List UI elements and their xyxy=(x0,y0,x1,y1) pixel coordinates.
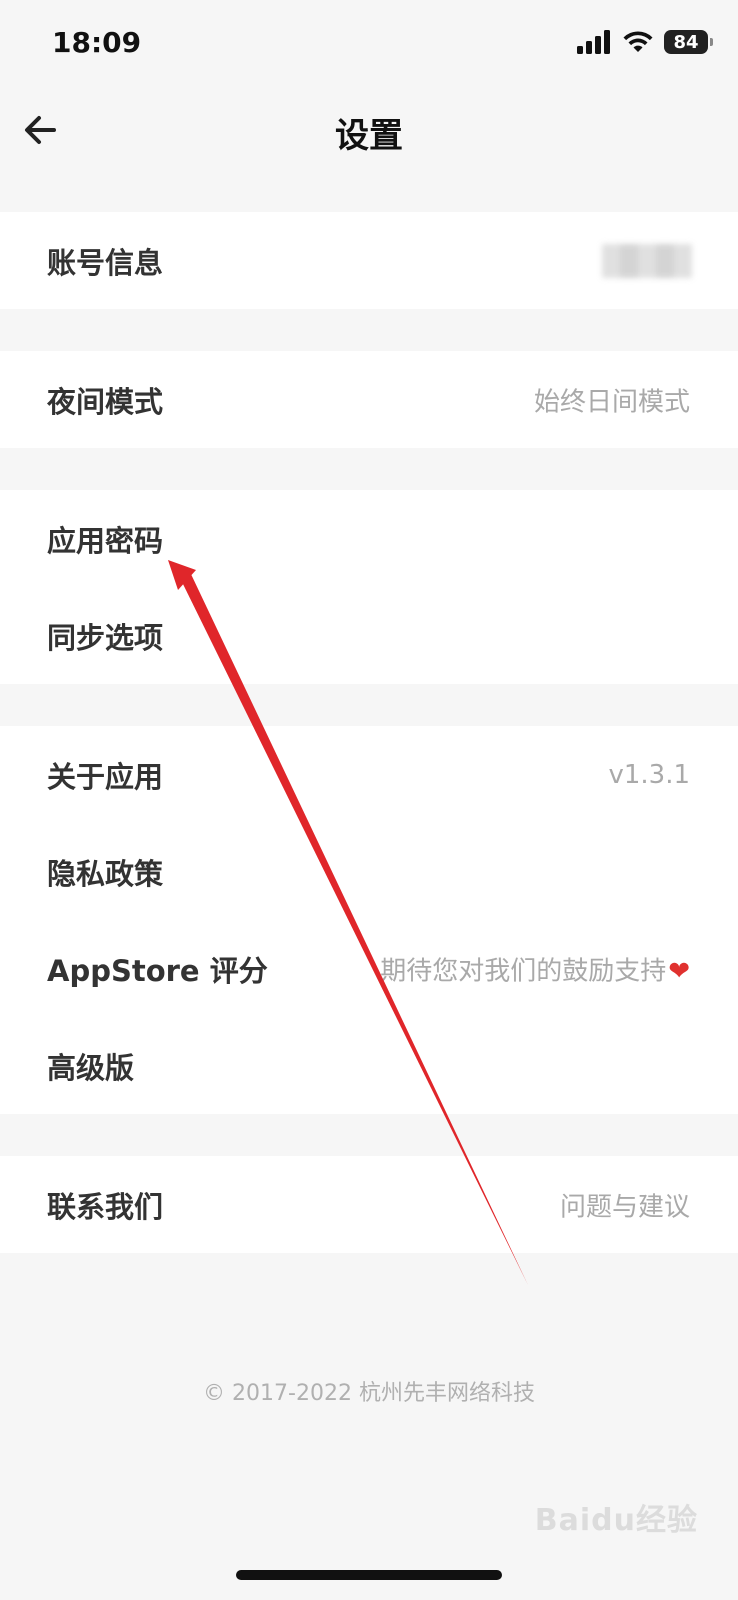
settings-group-account: 账号信息 xyxy=(0,212,738,309)
app-version-value: v1.3.1 xyxy=(608,759,690,790)
page-title: 设置 xyxy=(335,116,403,156)
wifi-icon xyxy=(623,31,653,52)
app-password-label: 应用密码 xyxy=(47,523,164,558)
night-mode-value: 始终日间模式 xyxy=(533,387,690,417)
system-icons: 84 xyxy=(576,30,713,54)
heart-icon: ❤ xyxy=(668,956,690,986)
night-mode-row[interactable]: 夜间模式 始终日间模式 xyxy=(0,351,738,448)
settings-group-contact: 联系我们 问题与建议 xyxy=(0,1156,738,1253)
appstore-rating-value: 期待您对我们的鼓励支持❤ xyxy=(380,950,690,987)
signal-icon xyxy=(577,30,610,54)
night-mode-label: 夜间模式 xyxy=(47,384,164,419)
settings-group-about: 关于应用 v1.3.1 隐私政策 AppStore 评分 期待您对我们的鼓励支持… xyxy=(0,726,738,1114)
settings-group-security: 应用密码 同步选项 xyxy=(0,490,738,684)
status-time: 18:09 xyxy=(52,26,142,59)
status-bar: 18:09 84 xyxy=(0,0,738,90)
account-info-label: 账号信息 xyxy=(47,245,164,280)
battery-icon: 84 xyxy=(664,30,713,54)
about-app-label: 关于应用 xyxy=(47,759,164,794)
baidu-watermark: Baidu经验 xyxy=(534,1503,698,1538)
nav-bar: 设置 xyxy=(0,90,738,174)
appstore-rating-label: AppStore 评分 xyxy=(47,953,268,988)
battery-level: 84 xyxy=(673,31,699,53)
premium-label: 高级版 xyxy=(47,1050,135,1085)
contact-us-row[interactable]: 联系我们 问题与建议 xyxy=(0,1156,738,1253)
appstore-rating-row[interactable]: AppStore 评分 期待您对我们的鼓励支持❤ xyxy=(0,920,738,1017)
contact-us-label: 联系我们 xyxy=(47,1189,164,1224)
app-password-row[interactable]: 应用密码 xyxy=(0,490,738,587)
sync-options-label: 同步选项 xyxy=(47,620,164,655)
contact-us-value: 问题与建议 xyxy=(559,1192,690,1222)
premium-row[interactable]: 高级版 xyxy=(0,1017,738,1114)
copyright-text: © 2017-2022 杭州先丰网络科技 xyxy=(203,1381,535,1406)
appstore-rating-text: 期待您对我们的鼓励支持 xyxy=(380,956,667,986)
settings-group-appearance: 夜间模式 始终日间模式 xyxy=(0,351,738,448)
about-app-row[interactable]: 关于应用 v1.3.1 xyxy=(0,726,738,823)
home-indicator[interactable] xyxy=(236,1570,502,1580)
privacy-policy-label: 隐私政策 xyxy=(47,856,164,891)
sync-options-row[interactable]: 同步选项 xyxy=(0,587,738,684)
account-value-blurred xyxy=(602,243,692,278)
account-info-row[interactable]: 账号信息 xyxy=(0,212,738,309)
privacy-policy-row[interactable]: 隐私政策 xyxy=(0,823,738,920)
